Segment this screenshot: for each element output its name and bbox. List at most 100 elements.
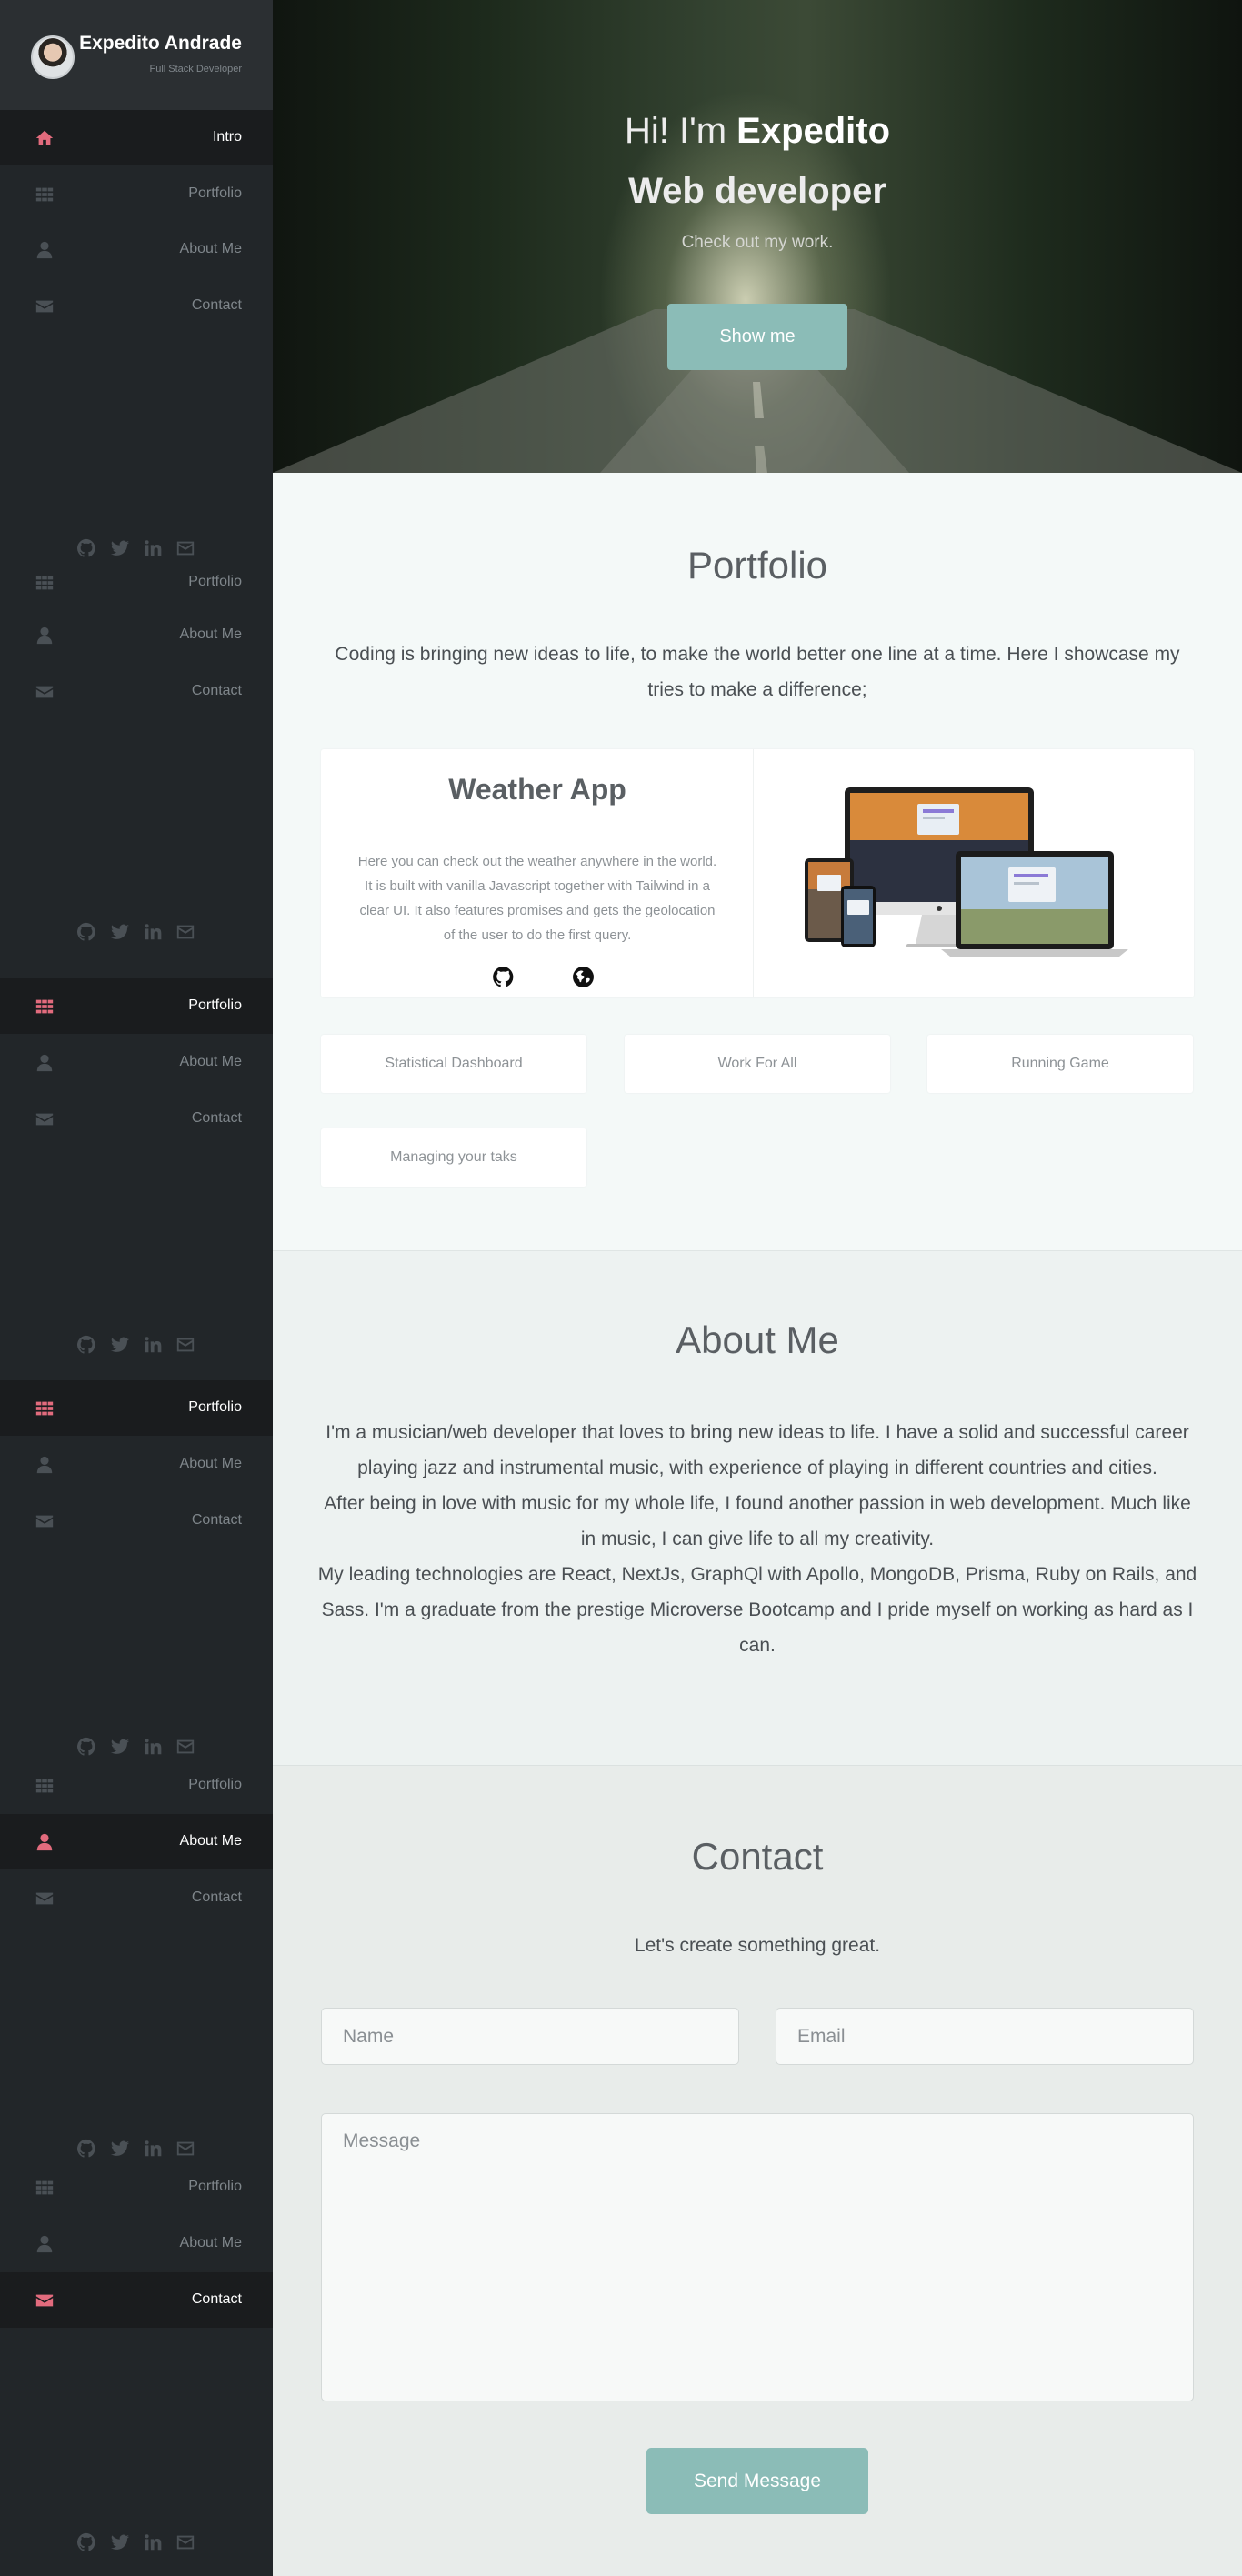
email-field[interactable]	[776, 2008, 1194, 2065]
featured-project-info: Weather App Here you can check out the w…	[321, 749, 754, 997]
nav-item-portfolio[interactable]: Portfolio	[0, 1758, 273, 1813]
hero-subtitle: Web developer	[628, 171, 886, 211]
nav-item-contact[interactable]: Contact	[0, 278, 273, 334]
linkedin-icon[interactable]	[143, 922, 163, 942]
show-me-button[interactable]: Show me	[667, 304, 847, 370]
nav-item-about[interactable]: About Me	[0, 607, 273, 663]
about-paragraph: I'm a musician/web developer that loves …	[326, 1422, 1189, 1478]
envelope-icon[interactable]	[175, 2532, 195, 2552]
linkedin-icon[interactable]	[143, 2139, 163, 2159]
project-button[interactable]: Running Game	[927, 1035, 1193, 1093]
grid-icon	[35, 997, 55, 1017]
nav-item-portfolio[interactable]: Portfolio	[0, 2160, 273, 2215]
send-message-button[interactable]: Send Message	[646, 2448, 868, 2514]
github-icon[interactable]	[76, 1335, 96, 1355]
nav-item-about[interactable]: About Me	[0, 1437, 273, 1492]
twitter-icon[interactable]	[110, 1335, 130, 1355]
social-links	[0, 2532, 273, 2556]
message-field[interactable]	[321, 2113, 1194, 2401]
nav-item-contact[interactable]: Contact	[0, 1870, 273, 1926]
sidebar-role: Full Stack Developer	[149, 64, 243, 75]
nav-label-contact: Contact	[191, 683, 242, 698]
home-icon	[35, 128, 55, 148]
user-icon	[35, 626, 55, 646]
twitter-icon[interactable]	[110, 922, 130, 942]
sidebar-slice: Portfolio About Me Contact	[0, 978, 273, 1380]
envelope-icon[interactable]	[175, 922, 195, 942]
sidebar-slice: Expedito Andrade Full Stack Developer In…	[0, 0, 273, 576]
twitter-icon[interactable]	[110, 1737, 130, 1757]
github-icon[interactable]	[492, 966, 515, 988]
nav-label-contact: Contact	[191, 297, 242, 313]
hero-greeting: Hi! I'm	[624, 111, 737, 151]
project-button[interactable]: Managing your taks	[321, 1128, 586, 1187]
linkedin-icon[interactable]	[143, 1737, 163, 1757]
hero-tagline: Check out my work.	[681, 233, 834, 252]
grid-icon	[35, 2178, 55, 2198]
github-icon[interactable]	[76, 2532, 96, 2552]
nav-item-contact[interactable]: Contact	[0, 1091, 273, 1147]
portfolio-intro: Coding is bringing new ideas to life, to…	[335, 644, 1180, 700]
grid-icon	[35, 1776, 55, 1796]
linkedin-icon[interactable]	[143, 1335, 163, 1355]
contact-title: Contact	[691, 1835, 824, 1878]
social-links	[0, 922, 273, 946]
contact-section: Contact Let's create something great. Se…	[273, 1766, 1242, 2576]
nav-item-about[interactable]: About Me	[0, 1814, 273, 1869]
project-button[interactable]: Work For All	[625, 1035, 890, 1093]
sidebar-name: Expedito Andrade	[79, 33, 242, 54]
portfolio-section: Portfolio Coding is bringing new ideas t…	[273, 473, 1242, 1251]
globe-icon[interactable]	[572, 966, 595, 988]
nav-item-portfolio[interactable]: Portfolio	[0, 978, 273, 1034]
nav-item-contact[interactable]: Contact	[0, 2272, 273, 2328]
twitter-icon[interactable]	[110, 2139, 130, 2159]
about-paragraph: My leading technologies are React, NextJ…	[317, 1564, 1197, 1656]
hero-section: Hi! I'm Expedito Web developer Check out…	[273, 0, 1242, 473]
nav-item-contact[interactable]: Contact	[0, 664, 273, 719]
nav-label-portfolio: Portfolio	[188, 2179, 242, 2194]
grid-icon	[35, 1398, 55, 1418]
featured-project-description: Here you can check out the weather anywh…	[357, 854, 717, 943]
about-paragraph: After being in love with music for my wh…	[324, 1493, 1191, 1549]
envelope-icon[interactable]	[175, 1737, 195, 1757]
user-icon	[35, 2234, 55, 2254]
twitter-icon[interactable]	[110, 2532, 130, 2552]
hero-title: Hi! I'm Expedito	[273, 111, 1242, 152]
envelope-icon[interactable]	[175, 2139, 195, 2159]
nav-item-portfolio[interactable]: Portfolio	[0, 1380, 273, 1436]
nav-label-portfolio: Portfolio	[188, 574, 242, 589]
github-icon[interactable]	[76, 922, 96, 942]
nav-item-contact[interactable]: Contact	[0, 1493, 273, 1549]
sidebar-header: Expedito Andrade Full Stack Developer	[0, 0, 273, 110]
github-icon[interactable]	[76, 2139, 96, 2159]
nav-label-portfolio: Portfolio	[188, 997, 242, 1013]
user-icon	[35, 1053, 55, 1073]
nav-item-about[interactable]: About Me	[0, 1035, 273, 1090]
sidebar-slice: Portfolio About Me Contact	[0, 1380, 273, 1782]
sidebar-slice: Portfolio About Me Contact	[0, 574, 273, 978]
nav-item-portfolio[interactable]: Portfolio	[0, 555, 273, 610]
nav-item-portfolio[interactable]: Portfolio	[0, 166, 273, 222]
device-mockup-image	[805, 787, 1128, 957]
social-links	[0, 1335, 273, 1358]
about-title: About Me	[676, 1318, 839, 1361]
featured-project-screenshot	[754, 749, 1194, 997]
envelope-icon[interactable]	[175, 1335, 195, 1355]
nav-label-contact: Contact	[191, 1512, 242, 1528]
avatar	[31, 35, 75, 79]
contact-subtitle: Let's create something great.	[634, 1935, 881, 1956]
nav-item-intro[interactable]: Intro	[0, 110, 273, 165]
about-section: About Me I'm a musician/web developer th…	[273, 1251, 1242, 1766]
project-button[interactable]: Statistical Dashboard	[321, 1035, 586, 1093]
nav-item-about[interactable]: About Me	[0, 222, 273, 277]
nav-label-about: About Me	[179, 2235, 242, 2250]
featured-project-title: Weather App	[448, 773, 626, 806]
github-icon[interactable]	[76, 1737, 96, 1757]
nav-item-about[interactable]: About Me	[0, 2216, 273, 2271]
nav-label-contact: Contact	[191, 2291, 242, 2307]
name-field[interactable]	[321, 2008, 739, 2065]
grid-icon	[35, 573, 55, 593]
nav-label-contact: Contact	[191, 1110, 242, 1126]
nav-label-portfolio: Portfolio	[188, 185, 242, 201]
linkedin-icon[interactable]	[143, 2532, 163, 2552]
